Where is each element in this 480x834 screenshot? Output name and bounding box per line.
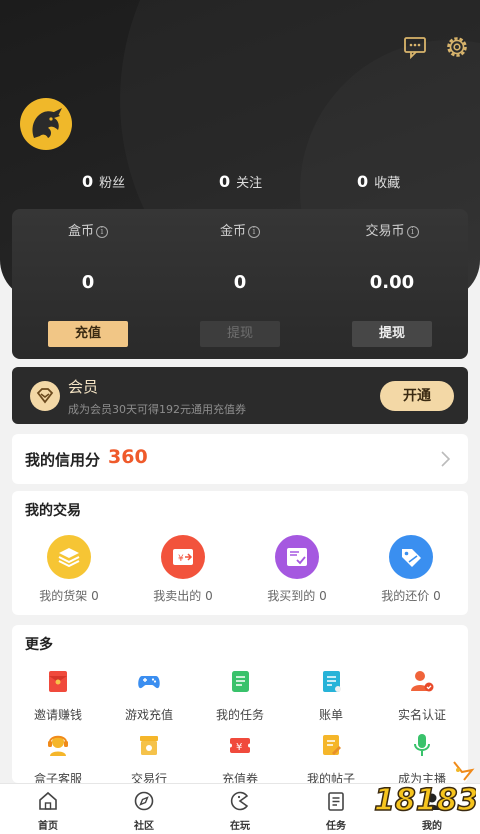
wallet-trade-coins: 交易币 i 0.00 提现 xyxy=(316,209,468,359)
more-item-invite[interactable]: 邀请赚钱 xyxy=(12,667,104,723)
trade-item-shelf[interactable]: 我的货架 0 xyxy=(12,535,126,604)
info-icon[interactable]: i xyxy=(406,226,419,238)
tab-label: 在玩 xyxy=(230,821,250,832)
post-edit-icon xyxy=(323,735,341,755)
purchase-icon xyxy=(275,535,319,579)
tab-tasks[interactable]: 任务 xyxy=(288,784,384,834)
more-item-bill[interactable]: 账单 xyxy=(285,667,377,723)
trade-item-label: 我买到的 0 xyxy=(267,589,327,603)
shop-icon xyxy=(140,736,158,755)
trade-item-label: 我的还价 0 xyxy=(381,589,441,603)
more-item-tasks[interactable]: 我的任务 xyxy=(194,667,286,723)
wallet-value: 0.00 xyxy=(369,272,415,293)
withdraw-gold-button[interactable]: 提现 xyxy=(200,321,280,347)
wallet-label: 盒币 xyxy=(67,224,94,239)
message-icon[interactable] xyxy=(402,34,428,60)
more-item-posts[interactable]: 我的帖子 xyxy=(285,731,377,787)
trade-item-counteroffer[interactable]: 我的还价 0 xyxy=(354,535,468,604)
chevron-right-icon xyxy=(441,451,450,467)
tab-home[interactable]: 首页 xyxy=(0,784,96,834)
task-list-icon xyxy=(232,671,249,692)
membership-banner[interactable]: 会员 成为会员30天可得192元通用充值券 开通 xyxy=(12,367,468,424)
svg-text:18183: 18183 xyxy=(374,783,476,818)
wallet-box-coins: 盒币 i 0 充值 xyxy=(12,209,164,359)
diamond-icon xyxy=(30,381,60,411)
tab-label: 首页 xyxy=(38,821,58,832)
activate-membership-button[interactable]: 开通 xyxy=(380,381,454,411)
more-item-label: 邀请赚钱 xyxy=(33,708,82,722)
avatar[interactable] xyxy=(20,98,72,150)
tab-label: 任务 xyxy=(326,821,346,832)
pacman-icon xyxy=(230,791,249,811)
gear-icon[interactable] xyxy=(444,34,470,60)
bill-icon xyxy=(323,671,341,692)
id-verify-icon xyxy=(411,671,434,692)
compass-icon xyxy=(134,791,154,811)
more-item-real-name[interactable]: 实名认证 xyxy=(376,667,468,723)
more-item-coupons[interactable]: ¥ 充值券 xyxy=(194,731,286,787)
wallet-value: 0 xyxy=(233,272,247,293)
svg-text:¥: ¥ xyxy=(236,742,242,753)
wallet-label: 金币 xyxy=(219,224,246,239)
membership-title: 会员 xyxy=(68,378,99,396)
tab-playing[interactable]: 在玩 xyxy=(192,784,288,834)
credit-score-value: 360 xyxy=(108,446,148,468)
membership-description: 成为会员30天可得192元通用充值券 xyxy=(68,403,246,416)
stat-favorites[interactable]: 0 收藏 xyxy=(357,172,400,191)
wallet-card: 盒币 i 0 充值 金币 i 0 提现 交易币 i 0.00 提现 xyxy=(12,209,468,359)
wallet-label: 交易币 xyxy=(365,224,405,239)
microphone-icon xyxy=(414,734,430,756)
trade-item-label: 我的货架 0 xyxy=(39,589,99,603)
trade-item-bought[interactable]: 我买到的 0 xyxy=(240,535,354,604)
section-title: 更多 xyxy=(25,637,53,653)
tab-label: 社区 xyxy=(134,821,154,832)
info-icon[interactable]: i xyxy=(96,226,108,238)
credit-score-label: 我的信用分 xyxy=(25,451,101,469)
withdraw-trade-button[interactable]: 提现 xyxy=(352,321,432,347)
stat-following[interactable]: 0 关注 xyxy=(219,172,262,191)
more-item-label: 我的任务 xyxy=(215,708,264,722)
stat-fans[interactable]: 0 粉丝 xyxy=(82,172,125,191)
more-item-label: 实名认证 xyxy=(397,708,446,722)
profile-stats: 0 粉丝 0 关注 0 收藏 xyxy=(0,172,480,194)
recharge-button[interactable]: 充值 xyxy=(48,321,128,347)
credit-score-row[interactable]: 我的信用分 360 xyxy=(12,434,468,484)
info-icon[interactable]: i xyxy=(248,226,260,238)
dragon-logo-icon xyxy=(32,108,62,138)
trade-item-sold[interactable]: ¥ 我卖出的 0 xyxy=(126,535,240,604)
svg-text:¥: ¥ xyxy=(178,554,184,564)
sell-icon: ¥ xyxy=(161,535,205,579)
checklist-icon xyxy=(328,792,344,811)
home-icon xyxy=(39,791,57,810)
wallet-value: 0 xyxy=(81,272,95,293)
more-item-market[interactable]: 交易行 xyxy=(103,731,195,787)
trade-item-label: 我卖出的 0 xyxy=(153,589,213,603)
more-item-support[interactable]: 盒子客服 xyxy=(12,731,104,787)
red-envelope-icon xyxy=(49,671,67,692)
price-tag-icon xyxy=(389,535,433,579)
site-watermark-logo: 18183 xyxy=(373,761,476,819)
my-trades-section: 我的交易 我的货架 0 ¥ 我卖出的 0 我买到的 0 我的还价 0 xyxy=(12,491,468,615)
wallet-gold-coins: 金币 i 0 提现 xyxy=(164,209,316,359)
more-item-game-recharge[interactable]: 游戏充值 xyxy=(103,667,195,723)
coupon-icon: ¥ xyxy=(228,738,252,753)
more-item-label: 游戏充值 xyxy=(124,708,173,722)
section-title: 我的交易 xyxy=(25,503,81,519)
stack-icon xyxy=(47,535,91,579)
tab-community[interactable]: 社区 xyxy=(96,784,192,834)
more-item-label: 账单 xyxy=(318,708,343,722)
gamepad-icon xyxy=(138,676,160,689)
customer-service-icon xyxy=(48,735,68,756)
